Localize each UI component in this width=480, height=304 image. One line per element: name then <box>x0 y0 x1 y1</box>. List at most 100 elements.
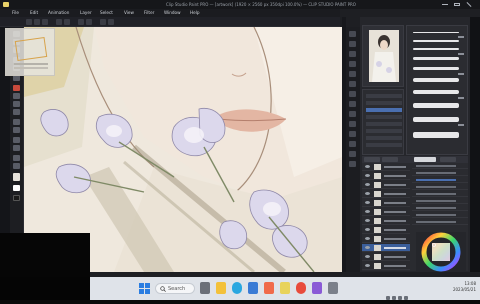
menu-animation[interactable]: Animation <box>48 9 69 17</box>
shape-icon[interactable] <box>13 155 20 161</box>
property-row[interactable] <box>366 108 402 112</box>
material-icon[interactable] <box>349 81 356 87</box>
transparent-color-swatch[interactable] <box>13 195 20 201</box>
tab-search[interactable] <box>440 157 456 162</box>
eye-icon[interactable] <box>365 201 370 204</box>
text-icon[interactable] <box>13 163 20 169</box>
chrome-icon[interactable] <box>296 282 306 294</box>
new-icon[interactable] <box>26 19 32 25</box>
navigator-thumbnail[interactable] <box>369 30 399 82</box>
tool-property-icon[interactable] <box>349 91 356 97</box>
property-row[interactable] <box>366 143 402 147</box>
property-list-row[interactable] <box>412 219 468 225</box>
layer-row[interactable] <box>362 226 410 234</box>
open-icon[interactable] <box>34 19 40 25</box>
brush-size-4[interactable] <box>413 57 459 60</box>
close-button[interactable] <box>464 1 474 8</box>
taskbar-search[interactable]: Search <box>155 283 195 294</box>
fill-icon[interactable] <box>13 137 20 143</box>
blend-icon[interactable] <box>13 127 20 133</box>
menu-layer[interactable]: Layer <box>80 9 92 17</box>
property-list-row[interactable] <box>412 184 468 190</box>
eye-icon[interactable] <box>365 246 370 249</box>
store-icon[interactable] <box>248 282 258 294</box>
brush-size-3[interactable] <box>413 48 459 50</box>
layer-row[interactable] <box>362 208 410 216</box>
photos-icon[interactable] <box>312 282 322 294</box>
eye-icon[interactable] <box>365 183 370 186</box>
pencil-icon[interactable] <box>13 93 20 99</box>
layer-row[interactable] <box>362 181 410 189</box>
eye-icon[interactable] <box>365 165 370 168</box>
brush-size-1[interactable] <box>413 32 459 33</box>
task-view-icon[interactable] <box>200 282 210 294</box>
eye-icon[interactable] <box>365 255 370 258</box>
layer-row[interactable] <box>362 217 410 225</box>
eraser-icon[interactable] <box>13 119 20 125</box>
right-edge-scrollbar[interactable] <box>470 17 480 272</box>
brush-icon[interactable] <box>13 101 20 107</box>
explorer-icon[interactable] <box>216 282 226 294</box>
property-list-row[interactable] <box>412 205 468 211</box>
brush-size-panel[interactable] <box>406 25 468 155</box>
tab-layer-property[interactable] <box>414 157 436 162</box>
brush-size-5[interactable] <box>413 67 459 70</box>
menu-edit[interactable]: Edit <box>30 9 38 17</box>
menu-file[interactable]: File <box>12 9 19 17</box>
property-list-row[interactable] <box>412 177 468 183</box>
pen-icon[interactable] <box>13 85 20 91</box>
property-list-row[interactable] <box>412 198 468 204</box>
property-list-row[interactable] <box>412 170 468 176</box>
main-color-swatch[interactable] <box>13 173 20 181</box>
property-row[interactable] <box>366 94 402 98</box>
eye-icon[interactable] <box>365 192 370 195</box>
save-icon[interactable] <box>42 19 48 25</box>
property-list-row[interactable] <box>412 212 468 218</box>
sub-color-swatch[interactable] <box>13 185 20 191</box>
menu-window[interactable]: Window <box>164 9 181 17</box>
tab-layer[interactable] <box>364 157 380 162</box>
property-list-row[interactable] <box>412 163 468 169</box>
color-wheel[interactable] <box>416 232 466 272</box>
auto-action-icon[interactable] <box>349 141 356 147</box>
transform-icon[interactable] <box>86 19 92 25</box>
brush-size-2[interactable] <box>413 40 459 42</box>
edge-icon[interactable] <box>232 282 242 294</box>
layer-row[interactable] <box>362 190 410 198</box>
maximize-button[interactable] <box>452 1 462 8</box>
deselect-icon[interactable] <box>100 19 106 25</box>
tab-history[interactable] <box>382 157 398 162</box>
airbrush-icon[interactable] <box>13 109 20 115</box>
navigator-panel[interactable] <box>362 25 404 87</box>
brush-size-8[interactable] <box>413 103 459 108</box>
brush-size-icon[interactable] <box>349 101 356 107</box>
tool-property-panel[interactable] <box>362 89 404 155</box>
color-set-icon[interactable] <box>349 61 356 67</box>
eye-icon[interactable] <box>365 237 370 240</box>
clear-icon[interactable] <box>78 19 84 25</box>
gradient-icon[interactable] <box>13 145 20 151</box>
item-bank-icon[interactable] <box>349 151 356 157</box>
eye-icon[interactable] <box>365 219 370 222</box>
mail-icon[interactable] <box>264 282 274 294</box>
eye-icon[interactable] <box>365 264 370 267</box>
layer-row[interactable] <box>362 163 410 171</box>
brush-size-10[interactable] <box>413 132 459 138</box>
brush-size-7[interactable] <box>413 90 459 94</box>
brush-size-9[interactable] <box>413 117 459 122</box>
eye-icon[interactable] <box>365 210 370 213</box>
menu-select[interactable]: Select <box>100 9 113 17</box>
property-list-row[interactable] <box>412 191 468 197</box>
layer-row[interactable] <box>362 235 410 243</box>
layer-row[interactable] <box>362 199 410 207</box>
search-layer-icon[interactable] <box>349 121 356 127</box>
menu-view[interactable]: View <box>124 9 134 17</box>
layer-row[interactable] <box>362 253 410 261</box>
undo-icon[interactable] <box>56 19 62 25</box>
color-wheel-icon[interactable] <box>349 51 356 57</box>
property-row[interactable] <box>366 101 402 105</box>
property-row[interactable] <box>366 129 402 133</box>
invert-selection-icon[interactable] <box>108 19 114 25</box>
layer-row[interactable] <box>362 172 410 180</box>
clip-studio-icon[interactable] <box>280 282 290 294</box>
